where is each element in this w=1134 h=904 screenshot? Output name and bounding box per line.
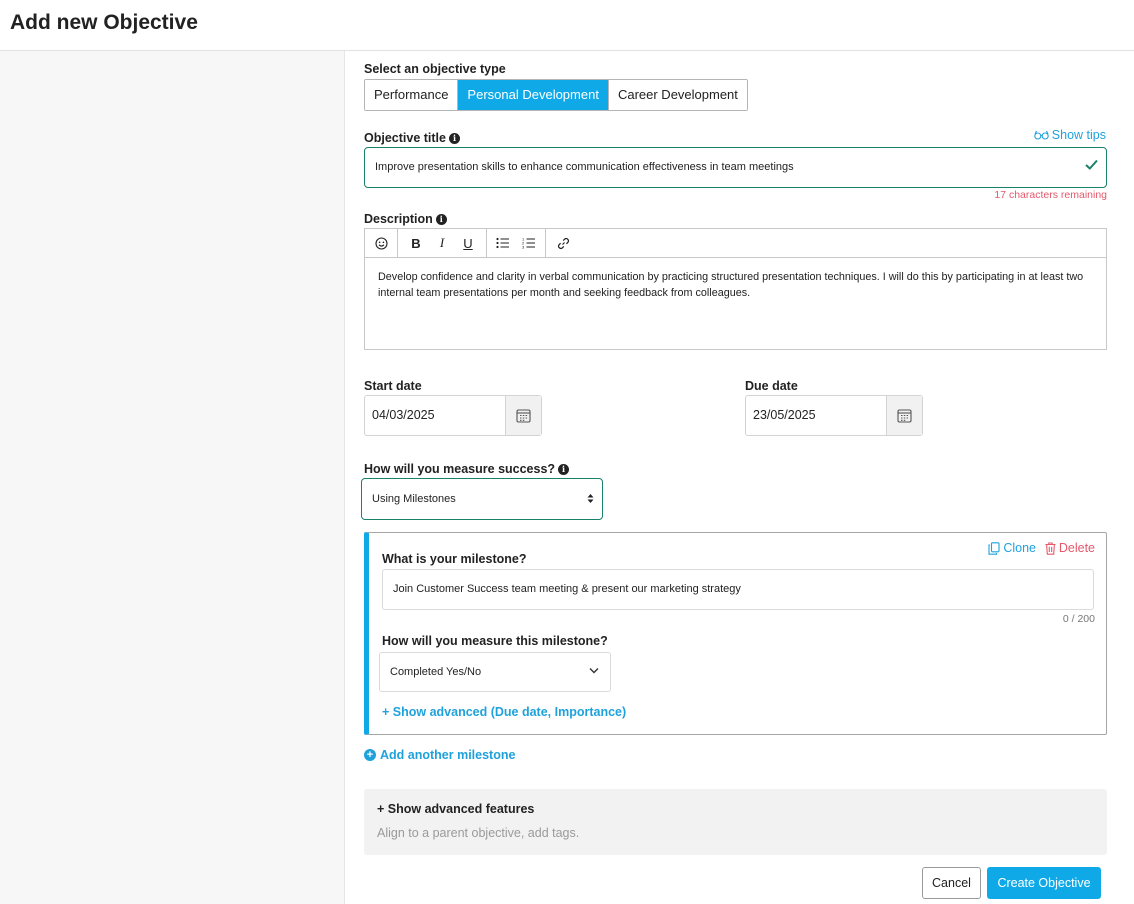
info-icon[interactable]: i xyxy=(448,133,460,144)
type-option-personal-development[interactable]: Personal Development xyxy=(458,80,609,110)
page-title: Add new Objective xyxy=(10,11,198,34)
sort-arrows-icon xyxy=(587,494,594,503)
type-option-career-development[interactable]: Career Development xyxy=(608,80,747,110)
header-bar: Add new Objective xyxy=(0,0,1134,51)
due-date-input[interactable]: 23/05/2025 xyxy=(746,396,886,435)
cancel-button[interactable]: Cancel xyxy=(922,867,981,899)
info-icon[interactable]: i xyxy=(558,464,570,475)
objective-title-label-wrap: Objective title i xyxy=(364,131,460,145)
measure-label: How will you measure success? xyxy=(364,462,556,476)
delete-button[interactable]: Delete xyxy=(1045,541,1095,555)
description-label: Description xyxy=(364,212,433,226)
left-pane xyxy=(0,51,345,904)
clone-button[interactable]: Clone xyxy=(988,541,1036,555)
editor-toolbar: B I U 123 xyxy=(365,229,1106,258)
delete-label: Delete xyxy=(1058,541,1095,555)
italic-icon[interactable]: I xyxy=(432,233,452,253)
show-tips-label: Show tips xyxy=(1051,128,1106,142)
toolbar-group-format: B I U xyxy=(398,229,487,257)
objective-type-label: Select an objective type xyxy=(364,62,506,76)
clone-label: Clone xyxy=(1003,541,1036,555)
emoji-icon[interactable] xyxy=(371,233,391,253)
milestone-card: Clone Delete What is your milestone? Joi… xyxy=(364,532,1107,735)
info-icon[interactable]: i xyxy=(435,214,447,225)
milestone-measure-select[interactable]: Completed Yes/No xyxy=(379,652,611,692)
show-advanced-milestone-link[interactable]: + Show advanced (Due date, Importance) xyxy=(382,705,626,719)
svg-text:3: 3 xyxy=(522,245,525,249)
objective-title-label: Objective title xyxy=(364,131,446,145)
type-option-performance[interactable]: Performance xyxy=(365,80,459,110)
underline-icon[interactable]: U xyxy=(458,233,478,253)
objective-type-selector: Performance Personal Development Career … xyxy=(364,79,748,111)
create-objective-button[interactable]: Create Objective xyxy=(987,867,1101,899)
measure-select[interactable]: Using Milestones xyxy=(361,478,603,520)
milestone-char-counter: 0 / 200 xyxy=(1062,613,1095,625)
add-milestone-label: Add another milestone xyxy=(380,748,516,762)
start-date-input[interactable]: 04/03/2025 xyxy=(365,396,505,435)
toolbar-group-link xyxy=(546,229,580,257)
advanced-features-panel: + Show advanced features Align to a pare… xyxy=(364,789,1107,855)
advanced-features-description: Align to a parent objective, add tags. xyxy=(377,826,580,840)
show-advanced-features-toggle[interactable]: + Show advanced features xyxy=(377,802,534,816)
toolbar-group-lists: 123 xyxy=(487,229,546,257)
show-tips-link[interactable]: Show tips xyxy=(1034,128,1106,142)
calendar-icon xyxy=(897,409,912,423)
bullet-list-icon[interactable] xyxy=(493,233,513,253)
objective-form: Select an objective type Performance Per… xyxy=(346,51,1134,904)
description-text[interactable]: Develop confidence and clarity in verbal… xyxy=(365,258,1106,312)
objective-title-input[interactable]: Improve presentation skills to enhance c… xyxy=(364,147,1107,188)
characters-remaining: 17 characters remaining xyxy=(994,189,1107,201)
measure-label-wrap: How will you measure success? i xyxy=(364,462,570,476)
description-label-wrap: Description i xyxy=(364,212,447,226)
plus-circle-icon: + xyxy=(364,749,376,761)
description-editor: B I U 123 Develop confidence and clarity… xyxy=(364,228,1107,350)
link-icon[interactable] xyxy=(553,233,573,253)
due-date-label: Due date xyxy=(745,379,798,393)
calendar-icon xyxy=(516,409,531,423)
start-date-field: 04/03/2025 xyxy=(364,395,542,436)
milestone-input[interactable]: Join Customer Success team meeting & pre… xyxy=(382,569,1094,610)
glasses-icon xyxy=(1034,130,1049,140)
milestone-question: What is your milestone? xyxy=(382,552,527,566)
start-date-picker-button[interactable] xyxy=(505,396,541,435)
due-date-field: 23/05/2025 xyxy=(745,395,923,436)
bold-icon[interactable]: B xyxy=(406,233,426,253)
measure-select-value: Using Milestones xyxy=(372,493,456,505)
chevron-down-icon xyxy=(589,668,599,674)
check-icon xyxy=(1085,159,1098,170)
numbered-list-icon[interactable]: 123 xyxy=(519,233,539,253)
trash-icon xyxy=(1045,541,1056,555)
objective-title-value: Improve presentation skills to enhance c… xyxy=(375,161,794,173)
due-date-picker-button[interactable] xyxy=(886,396,922,435)
milestone-measure-value: Completed Yes/No xyxy=(390,666,482,678)
add-milestone-button[interactable]: + Add another milestone xyxy=(364,748,515,762)
milestone-measure-label: How will you measure this milestone? xyxy=(382,634,608,648)
copy-icon xyxy=(988,541,1000,555)
start-date-label: Start date xyxy=(364,379,422,393)
toolbar-group-emoji xyxy=(365,229,398,257)
